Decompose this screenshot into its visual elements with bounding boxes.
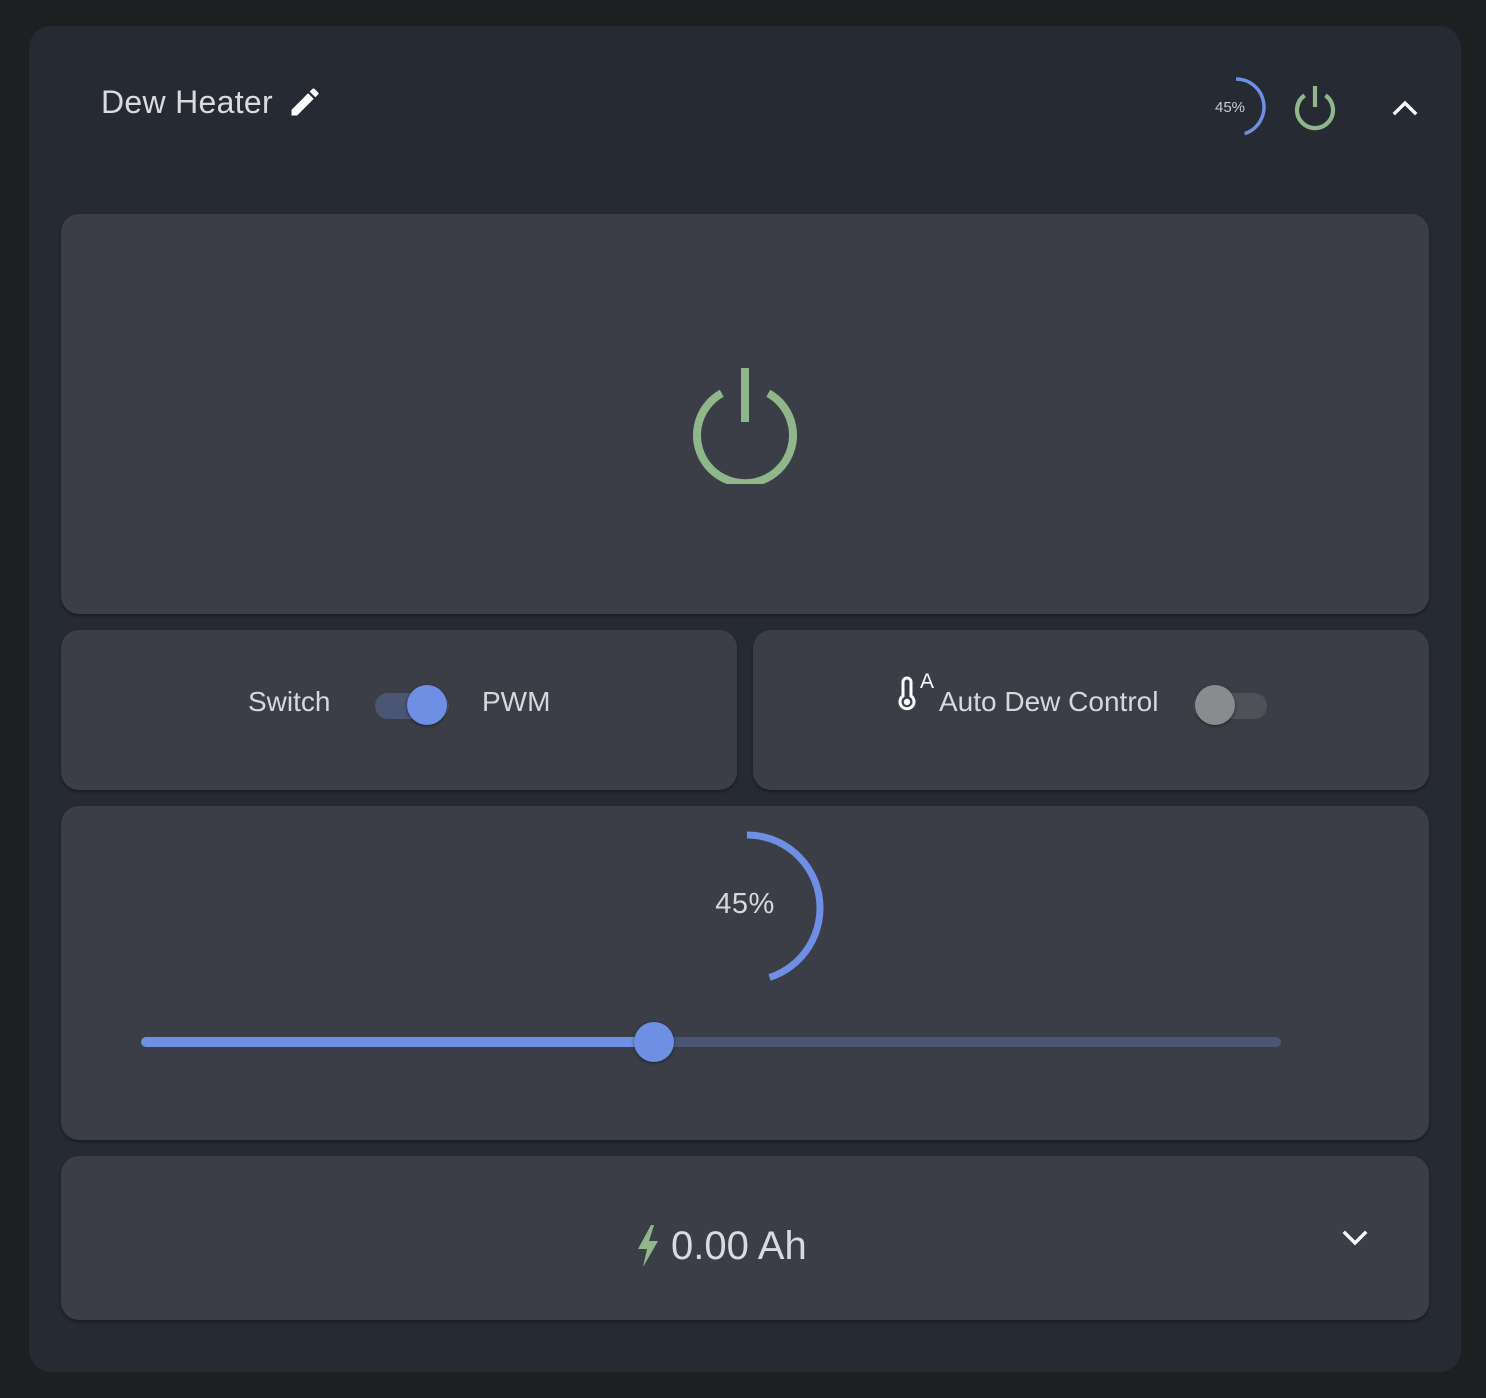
pwm-mode-toggle[interactable] bbox=[371, 680, 449, 728]
level-panel: 45% bbox=[61, 806, 1429, 1140]
power-panel bbox=[61, 214, 1429, 614]
slider-thumb[interactable] bbox=[634, 1022, 674, 1062]
mode-panel: Switch PWM bbox=[61, 630, 737, 790]
level-value: 45% bbox=[715, 888, 775, 920]
power-toggle-button[interactable] bbox=[685, 364, 805, 484]
svg-text:A: A bbox=[920, 670, 934, 693]
lightning-bolt-icon bbox=[638, 1225, 658, 1267]
thermometer-auto-icon: A bbox=[898, 670, 934, 711]
energy-panel: 0.00 Ah bbox=[61, 1156, 1429, 1320]
toggle-knob bbox=[407, 685, 447, 725]
card-title: Dew Heater bbox=[101, 84, 273, 120]
auto-dew-panel: A Auto Dew Control bbox=[753, 630, 1429, 790]
toggle-knob bbox=[1195, 685, 1235, 725]
switch-label: Switch bbox=[248, 686, 331, 717]
auto-dew-toggle[interactable] bbox=[1189, 680, 1267, 728]
energy-value: 0.00 Ah bbox=[671, 1224, 807, 1268]
mini-gauge-label: 45% bbox=[1214, 99, 1246, 116]
chevron-down-icon[interactable] bbox=[1333, 1218, 1377, 1258]
pwm-label: PWM bbox=[482, 686, 551, 717]
pencil-icon[interactable] bbox=[287, 84, 323, 120]
dew-heater-card: Dew Heater 45% Switch PWM A Auto Dew Con… bbox=[29, 26, 1461, 1372]
level-slider[interactable] bbox=[141, 1022, 1281, 1062]
slider-fill bbox=[141, 1037, 654, 1047]
chevron-up-icon[interactable] bbox=[1385, 88, 1425, 128]
header-power-button[interactable] bbox=[1287, 80, 1343, 136]
auto-dew-label: Auto Dew Control bbox=[939, 686, 1159, 717]
